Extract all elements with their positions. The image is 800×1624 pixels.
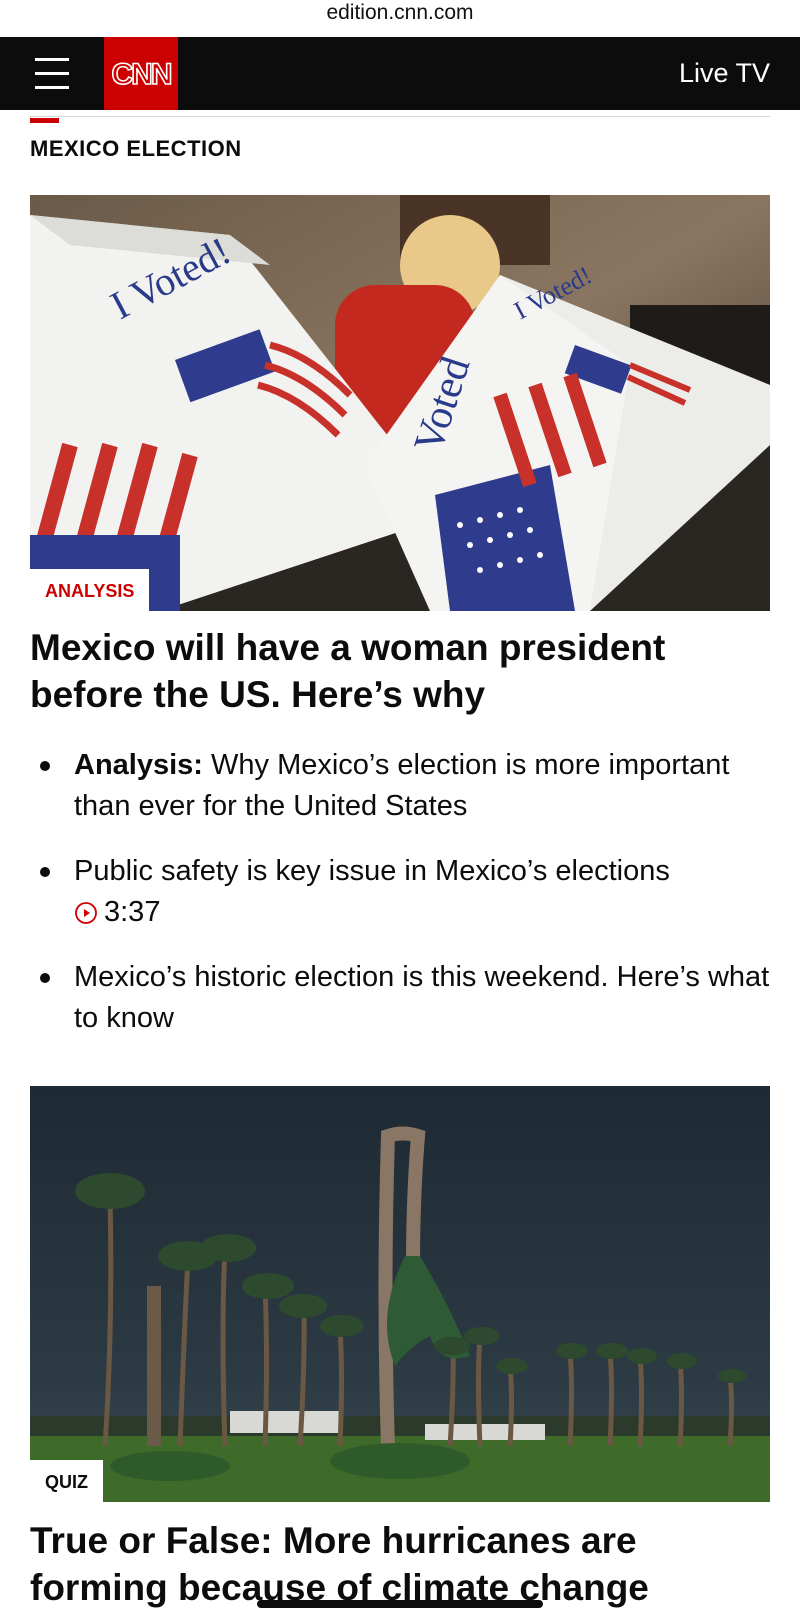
video-duration: 3:37 <box>104 896 161 928</box>
menu-icon[interactable] <box>35 56 69 90</box>
lead-headline[interactable]: Mexico will have a woman president befor… <box>30 624 770 718</box>
live-tv-link[interactable]: Live TV <box>679 57 770 89</box>
cnn-logo[interactable]: CNN <box>104 37 178 110</box>
browser-url-bar[interactable]: edition.cnn.com <box>0 0 800 37</box>
related-links-list: Analysis: Why Mexico’s election is more … <box>30 745 770 1063</box>
section-accent-bar <box>30 118 59 123</box>
second-story-image[interactable]: QUIZ <box>30 1086 770 1502</box>
related-link-1[interactable]: Analysis: Why Mexico’s election is more … <box>30 745 770 827</box>
site-header: CNN Live TV <box>0 37 800 110</box>
related-link-prefix: Analysis: <box>74 749 203 781</box>
quiz-tag: QUIZ <box>30 1460 103 1502</box>
section-title[interactable]: MEXICO ELECTION <box>30 136 242 162</box>
section-divider <box>30 116 770 117</box>
second-headline[interactable]: True or False: More hurricanes are formi… <box>30 1517 770 1611</box>
related-link-3[interactable]: Mexico’s historic election is this weeke… <box>30 957 770 1039</box>
voting-booths-photo: I Voted! Voted I Voted! <box>30 195 770 611</box>
cnn-logo-mark: CNN <box>111 57 172 91</box>
bullet-icon <box>40 973 50 983</box>
related-link-2[interactable]: Public safety is key issue in Mexico’s e… <box>30 851 770 933</box>
lead-story-image[interactable]: I Voted! Voted I Voted! ANALYSIS <box>30 195 770 611</box>
analysis-tag: ANALYSIS <box>30 569 150 611</box>
related-link-text: Mexico’s historic election is this weeke… <box>74 961 770 1034</box>
palm-trees-storm-photo <box>30 1086 770 1502</box>
related-link-text: Public safety is key issue in Mexico’s e… <box>74 855 670 887</box>
video-play-icon <box>75 902 97 925</box>
url-text: edition.cnn.com <box>326 1 474 24</box>
cnn-logo-text: CNN <box>112 58 171 91</box>
bullet-icon <box>40 761 50 771</box>
bullet-icon <box>40 867 50 877</box>
home-indicator[interactable] <box>257 1600 543 1608</box>
